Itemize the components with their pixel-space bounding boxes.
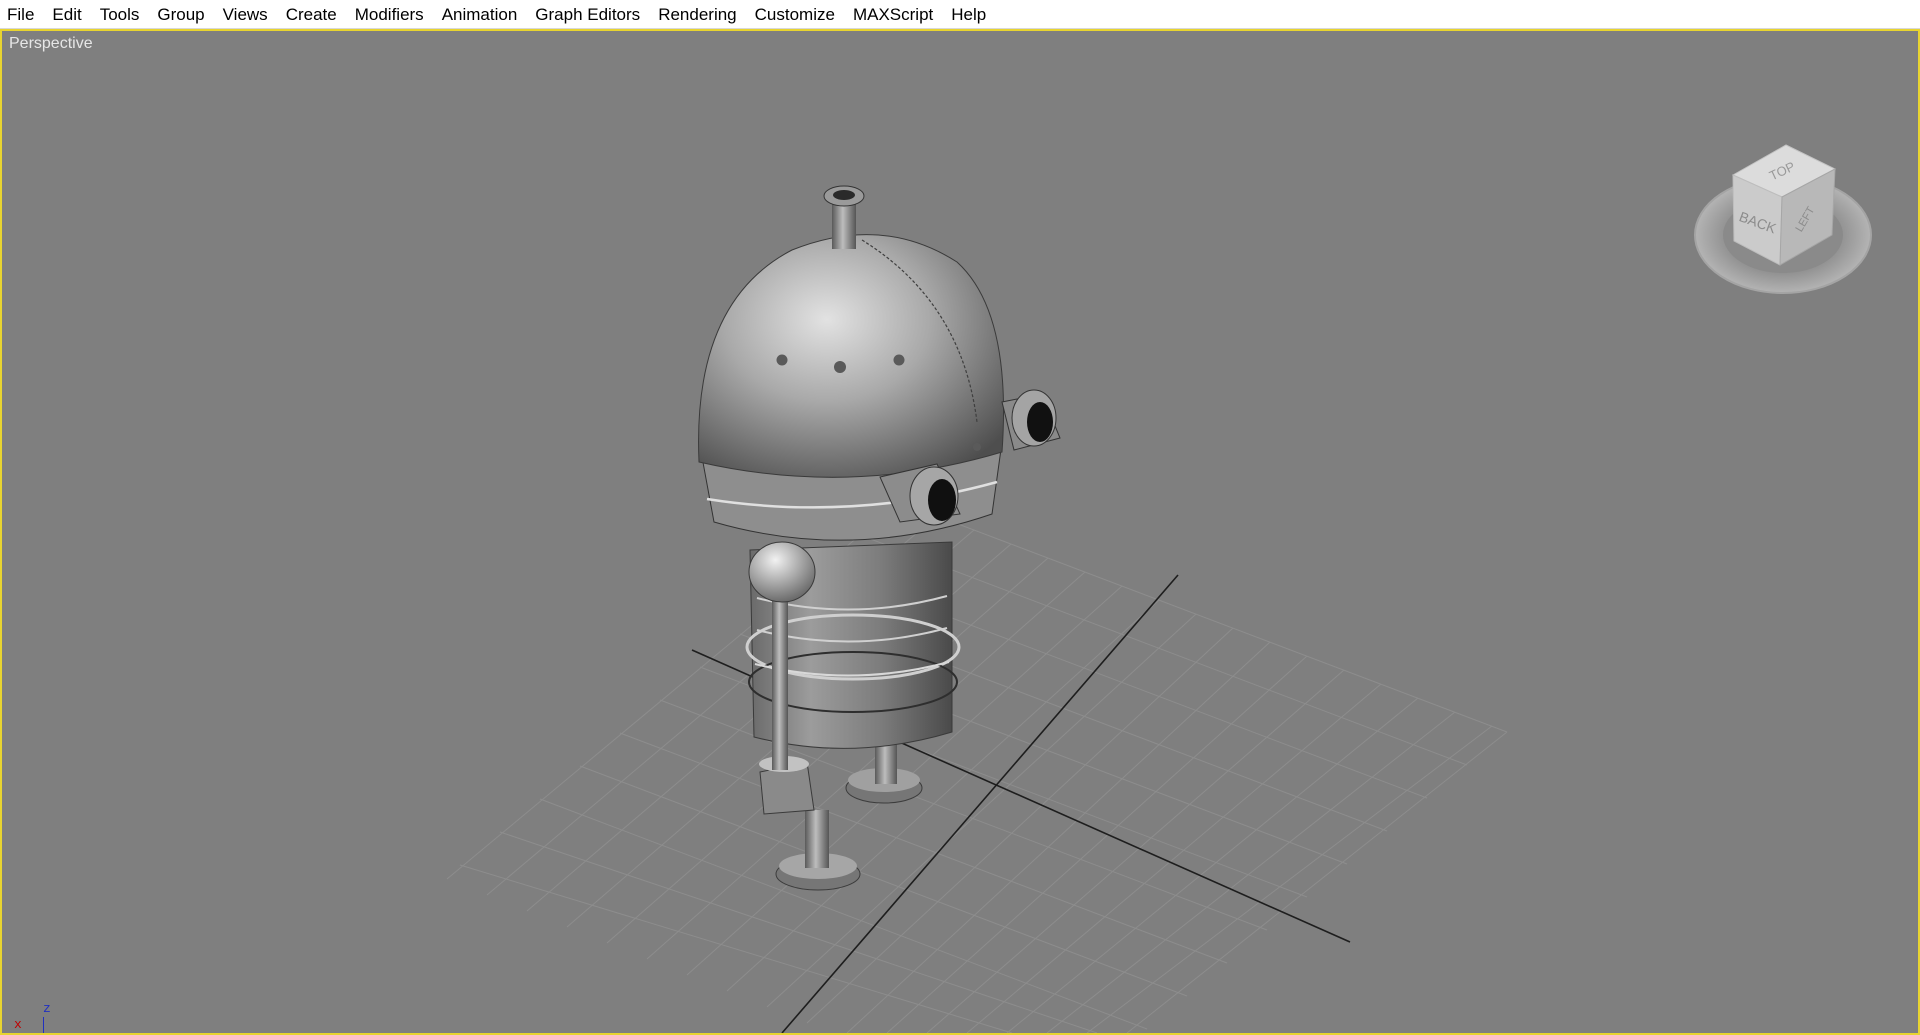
- menu-group[interactable]: Group: [148, 0, 213, 29]
- menu-graph-editors[interactable]: Graph Editors: [526, 0, 649, 29]
- perspective-viewport[interactable]: Perspective TOP BACK LEFT x z: [0, 29, 1920, 1035]
- menu-customize[interactable]: Customize: [746, 0, 844, 29]
- menu-tools[interactable]: Tools: [91, 0, 149, 29]
- menu-views[interactable]: Views: [214, 0, 277, 29]
- menu-create[interactable]: Create: [277, 0, 346, 29]
- axis-z-label: z: [43, 1001, 51, 1016]
- menu-animation[interactable]: Animation: [433, 0, 527, 29]
- menu-rendering[interactable]: Rendering: [649, 0, 745, 29]
- menu-help[interactable]: Help: [942, 0, 995, 29]
- menu-bar: File Edit Tools Group Views Create Modif…: [0, 0, 1920, 29]
- axis-z-line: [43, 1017, 44, 1033]
- menu-file[interactable]: File: [0, 0, 43, 29]
- menu-edit[interactable]: Edit: [43, 0, 90, 29]
- viewcube-widget[interactable]: TOP BACK LEFT: [1688, 117, 1878, 317]
- axis-x-label: x: [14, 1017, 22, 1032]
- axis-tripod: x z: [6, 1001, 66, 1033]
- menu-modifiers[interactable]: Modifiers: [346, 0, 433, 29]
- menu-maxscript[interactable]: MAXScript: [844, 0, 942, 29]
- robot-model: [698, 185, 1061, 891]
- home-grid: [446, 501, 1508, 1033]
- scene-render: [446, 185, 1508, 1033]
